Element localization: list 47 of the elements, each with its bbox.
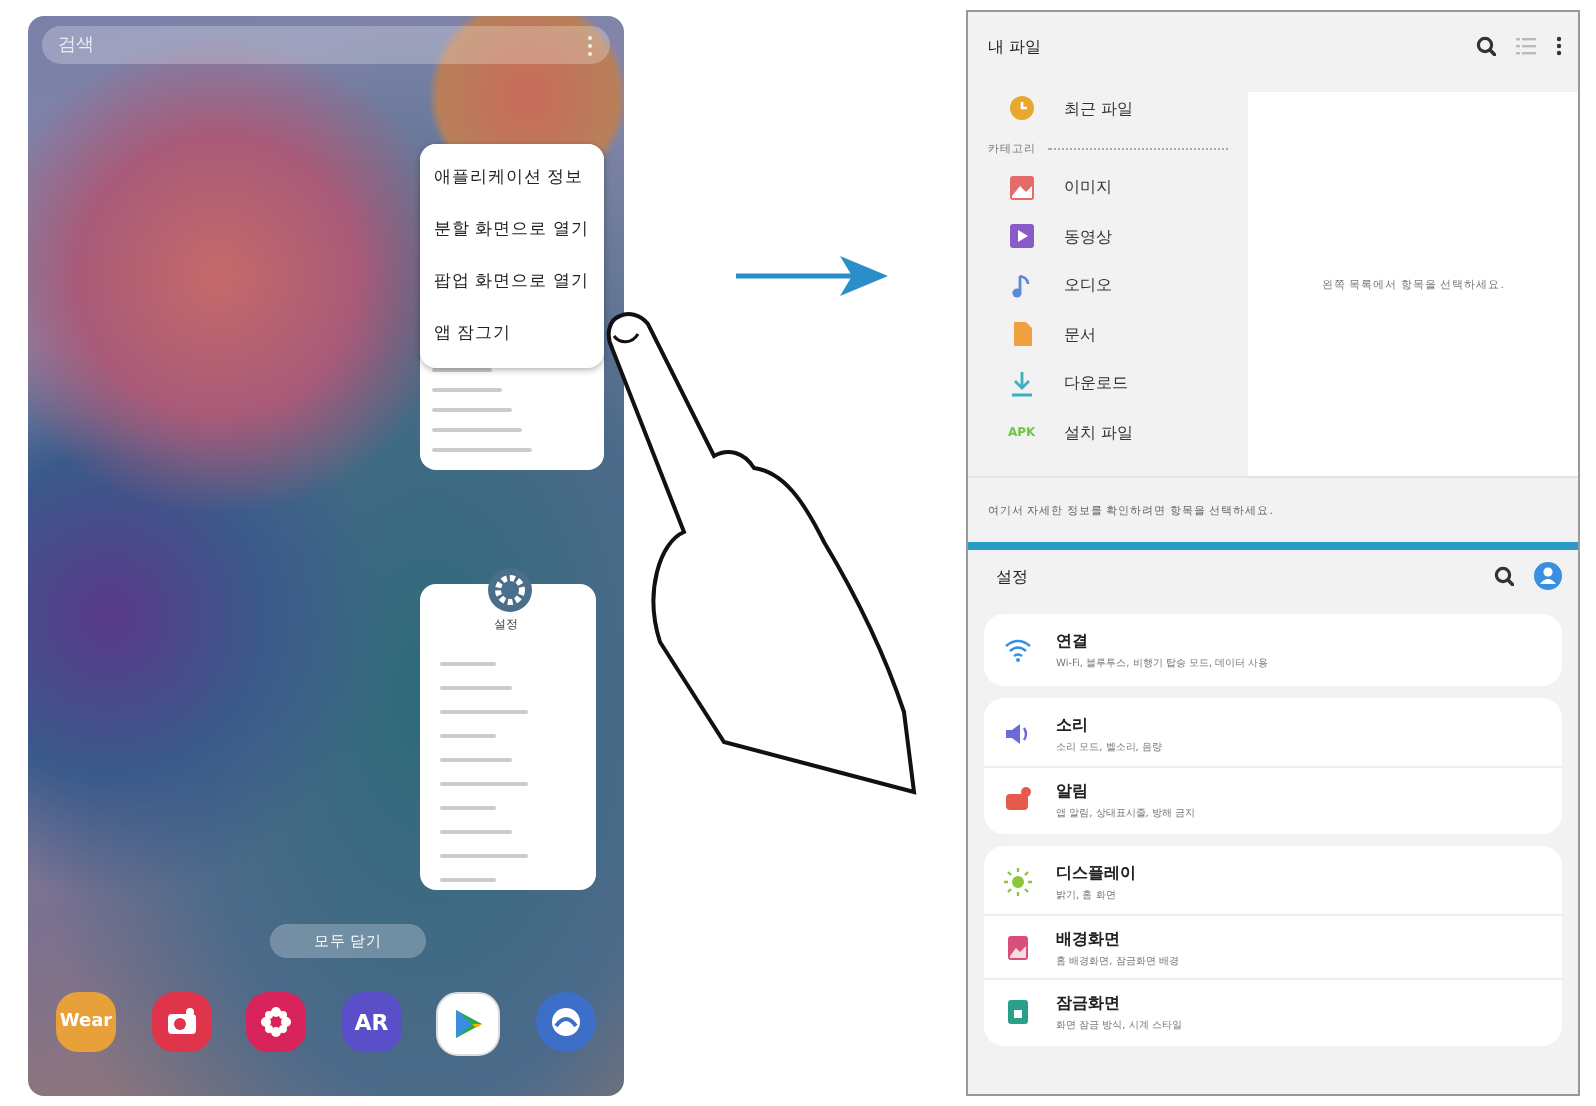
menu-item[interactable]: 팝업 화면으로 열기 (420, 256, 604, 308)
category-item[interactable]: 오디오 (968, 261, 1248, 310)
category-item[interactable]: 이미지 (968, 163, 1248, 212)
item-title: 디스플레이 (1056, 862, 1136, 884)
lock-icon (1004, 997, 1032, 1025)
wallpaper-icon (1004, 933, 1032, 961)
app-title: 설정 (996, 565, 1028, 587)
wifi-icon (1004, 636, 1032, 664)
search-placeholder: 검색 (58, 34, 94, 58)
category-item[interactable]: 동영상 (968, 212, 1248, 261)
category-item[interactable]: 다운로드 (968, 359, 1248, 408)
video-icon (1008, 222, 1036, 251)
more-icon[interactable] (1556, 36, 1562, 56)
app-title: 내 파일 (988, 35, 1042, 57)
more-icon (586, 33, 594, 57)
app-icon[interactable] (436, 992, 501, 1056)
app-icon[interactable]: AR (341, 992, 402, 1052)
account-icon[interactable] (1534, 562, 1562, 590)
gear-icon (488, 568, 532, 612)
app-icon[interactable] (246, 992, 307, 1052)
menu-item[interactable]: 애플리케이션 정보 (420, 152, 604, 204)
flower-icon (260, 1006, 293, 1038)
search-icon[interactable] (1476, 36, 1496, 56)
app-preview-card[interactable] (420, 584, 596, 890)
arc-icon (549, 1006, 582, 1038)
app-icon[interactable] (535, 992, 596, 1052)
app-icon[interactable] (151, 992, 212, 1052)
item-title: 연결 (1056, 630, 1090, 652)
sound-icon (1004, 720, 1032, 748)
display-icon (1004, 868, 1032, 896)
item-title: 배경화면 (1056, 927, 1122, 949)
image-icon (1008, 173, 1036, 202)
menu-item[interactable]: 분할 화면으로 열기 (420, 204, 604, 256)
category-item[interactable]: 최근 파일 (968, 84, 1248, 133)
item-title: 잠금화면 (1056, 991, 1122, 1013)
camera-icon (165, 1008, 198, 1036)
download-icon (1008, 369, 1036, 398)
search-icon[interactable] (1494, 566, 1514, 586)
doc-icon (1008, 320, 1036, 349)
item-title: 알림 (1056, 779, 1090, 801)
notify-icon (1004, 785, 1032, 813)
item-title: 소리 (1056, 714, 1090, 736)
clock-icon (1008, 94, 1036, 123)
category-item[interactable]: 문서 (968, 310, 1248, 359)
play-triangle-icon (452, 1008, 485, 1040)
arrow-icon (736, 256, 888, 296)
menu-item[interactable]: 앱 잠그기 (420, 308, 604, 360)
